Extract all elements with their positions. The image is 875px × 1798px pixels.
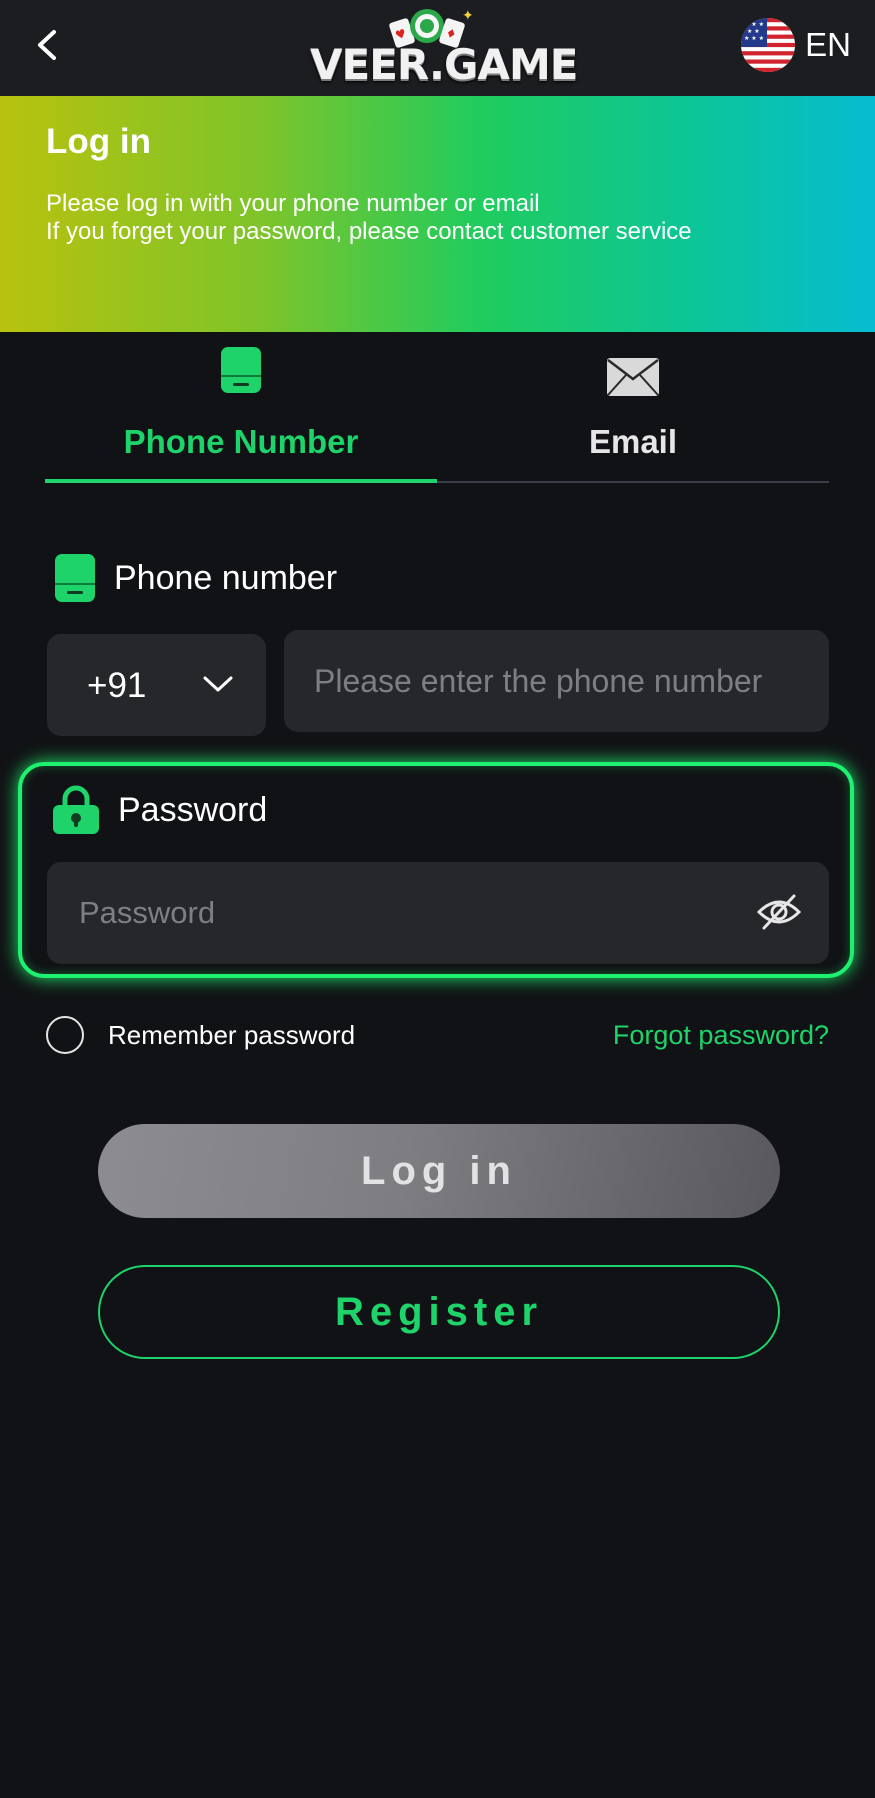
country-code-select[interactable]: +91 [47, 634, 266, 736]
phone-number-input[interactable] [284, 630, 829, 732]
country-code-value: +91 [87, 666, 147, 705]
banner-instruction-line-2: If you forget your password, please cont… [46, 218, 692, 245]
tab-email-label: Email [588, 423, 678, 460]
svg-text:✦: ✦ [462, 8, 472, 24]
password-field-label-row: Password [52, 785, 267, 835]
tab-email[interactable]: Email [437, 345, 829, 483]
login-banner: Log in Please log in with your phone num… [0, 96, 875, 332]
svg-text:★ ★ ★: ★ ★ ★ [744, 35, 764, 42]
remember-password-toggle[interactable]: Remember password [46, 1016, 355, 1054]
phone-number-label: Phone number [114, 558, 338, 597]
svg-text:★ ★ ★: ★ ★ ★ [744, 21, 764, 28]
phone-icon [221, 347, 261, 393]
svg-text:★ ★: ★ ★ [747, 28, 760, 35]
language-label: EN [805, 26, 851, 63]
banner-instruction-line-1: Please log in with your phone number or … [46, 190, 540, 217]
password-input[interactable] [47, 862, 829, 964]
top-bar: ♥ ♦ ✦ VEER.GAME ★ ★ ★ ★ ★ ★ ★ ★ EN [0, 0, 875, 96]
remember-password-radio[interactable] [46, 1016, 84, 1054]
password-label: Password [118, 790, 268, 829]
active-tab-indicator [45, 479, 437, 483]
tab-phone-number-label: Phone Number [123, 423, 359, 460]
logo[interactable]: ♥ ♦ ✦ VEER.GAME [300, 6, 580, 90]
envelope-icon [607, 358, 659, 396]
back-arrow-icon[interactable] [28, 22, 68, 68]
language-selector[interactable]: ★ ★ ★ ★ ★ ★ ★ ★ EN [741, 18, 851, 72]
phone-icon [55, 554, 95, 602]
forgot-password-link[interactable]: Forgot password? [613, 1020, 829, 1051]
phone-field-label-row: Phone number [54, 553, 337, 603]
page-title: Log in [46, 122, 151, 161]
chevron-down-icon [203, 676, 233, 692]
register-button[interactable]: Register [98, 1265, 780, 1359]
tab-phone-number[interactable]: Phone Number [45, 345, 437, 483]
login-button[interactable]: Log in [98, 1124, 780, 1218]
lock-icon [53, 785, 99, 834]
logo-text: VEER.GAME [310, 40, 578, 89]
eye-off-icon[interactable] [756, 892, 802, 932]
remember-password-label: Remember password [108, 1019, 356, 1050]
us-flag-icon: ★ ★ ★ ★ ★ ★ ★ ★ [741, 18, 796, 72]
login-method-tabs: Phone Number Email [45, 345, 829, 485]
